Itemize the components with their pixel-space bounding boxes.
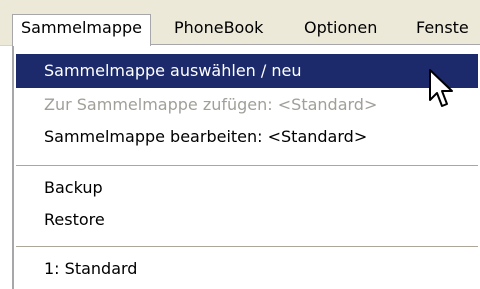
menu-item-backup[interactable]: Backup <box>16 171 478 205</box>
menu-fenster[interactable]: Fenste <box>408 14 477 42</box>
sammelmappe-dropdown-menu: Sammelmappe auswählen / neu Zur Sammelma… <box>12 44 480 289</box>
menu-sammelmappe[interactable]: Sammelmappe <box>12 14 151 46</box>
menu-phonebook[interactable]: PhoneBook <box>166 14 271 42</box>
arrow-pointer-icon <box>429 69 453 107</box>
menu-item-sammelmappe-auswaehlen-neu[interactable]: Sammelmappe auswählen / neu <box>16 54 478 88</box>
menu-item-zur-sammelmappe-zufuegen: Zur Sammelmappe zufügen: <Standard> <box>44 95 378 114</box>
menu-item-recent-standard[interactable]: 1: Standard <box>16 252 478 286</box>
menu-item-restore[interactable]: Restore <box>16 203 478 237</box>
menu-separator <box>16 246 478 247</box>
menu-item-sammelmappe-bearbeiten[interactable]: Sammelmappe bearbeiten: <Standard> <box>16 120 478 154</box>
menu-separator <box>16 165 478 166</box>
menu-bar: Sammelmappe PhoneBook Optionen Fenste <box>0 0 480 46</box>
menu-optionen[interactable]: Optionen <box>296 14 385 42</box>
